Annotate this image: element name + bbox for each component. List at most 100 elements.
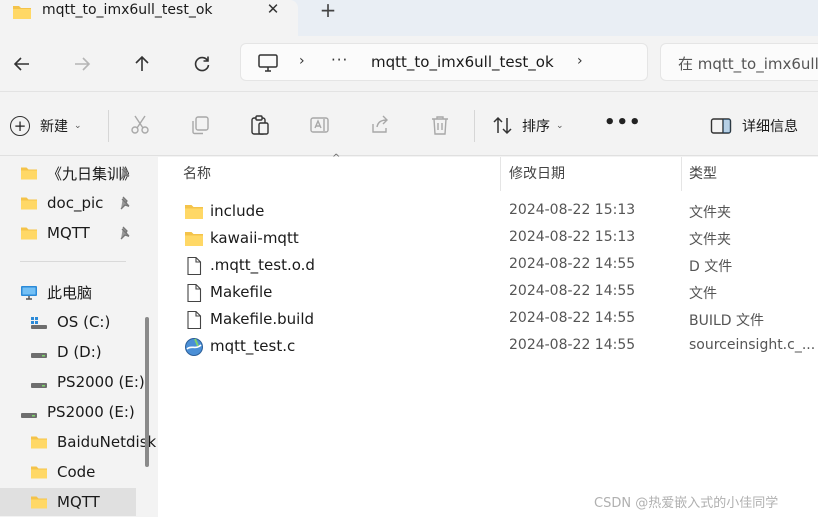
tab-title: mqtt_to_imx6ull_test_ok — [42, 2, 213, 18]
sidebar-item-label: MQTT — [47, 224, 90, 242]
file-name: Makefile.build — [210, 310, 315, 328]
sidebar-item-label: PS2000 (E:) — [57, 373, 145, 391]
drive-icon — [31, 352, 47, 358]
address-bar[interactable]: › ··· mqtt_to_imx6ull_test_ok › — [240, 43, 648, 81]
arrow-left-icon — [13, 57, 29, 71]
column-header-type[interactable]: 类型 — [689, 163, 717, 183]
up-button[interactable] — [128, 50, 156, 78]
search-placeholder: 在 mqtt_to_imx6ull_test_ok 中搜索 — [678, 55, 818, 73]
sidebar-item-code[interactable]: Code — [30, 458, 170, 486]
pin-icon[interactable] — [118, 166, 132, 180]
table-row[interactable]: include 2024-08-22 15:13 文件夹 — [158, 198, 818, 225]
sidebar-item-pinned-1[interactable]: doc_pic — [20, 189, 160, 217]
plus-icon: + — [10, 116, 30, 136]
pin-icon[interactable] — [118, 226, 132, 240]
table-row[interactable]: Makefile.build 2024-08-22 14:55 BUILD 文件 — [158, 306, 818, 333]
more-options-button[interactable]: ••• — [604, 112, 642, 133]
sort-indicator-icon: ^ — [332, 153, 341, 164]
file-date: 2024-08-22 14:55 — [509, 310, 636, 326]
computer-icon — [21, 285, 37, 300]
file-name: kawaii-mqtt — [210, 229, 299, 247]
new-tab-button[interactable]: + — [318, 0, 338, 22]
drive-icon — [21, 412, 37, 418]
delete-button[interactable] — [429, 114, 451, 136]
file-icon — [187, 256, 202, 276]
tab-close-icon[interactable]: ✕ — [264, 0, 282, 18]
os-drive-icon — [31, 316, 47, 329]
watermark: CSDN @热爱嵌入式的小佳同学 — [594, 496, 779, 511]
cut-icon — [131, 115, 149, 134]
sidebar-item-label: MQTT — [57, 493, 100, 511]
sidebar-item-mqtt[interactable]: MQTT — [0, 488, 136, 516]
breadcrumb-overflow[interactable]: ··· — [331, 51, 348, 69]
command-bar: + 新建 ⌄ 排序 ⌄ ••• 详细信息 — [0, 96, 818, 156]
table-row[interactable]: .mqtt_test.o.d 2024-08-22 14:55 D 文件 — [158, 252, 818, 279]
folder-icon — [21, 167, 37, 179]
details-pane-button[interactable]: 详细信息 — [710, 114, 798, 138]
breadcrumb-current[interactable]: mqtt_to_imx6ull_test_ok — [371, 53, 554, 71]
column-separator[interactable] — [681, 157, 682, 191]
folder-icon — [31, 466, 47, 478]
monitor-icon — [258, 54, 278, 72]
table-row[interactable]: mqtt_test.c 2024-08-22 14:55 sourceinsig… — [158, 333, 818, 360]
paste-button[interactable] — [249, 114, 271, 136]
pin-icon[interactable] — [118, 196, 132, 210]
sidebar-scrollbar[interactable] — [145, 317, 149, 467]
folder-icon — [185, 232, 203, 246]
sidebar-item-pinned-0[interactable]: 《九日集训》 — [20, 159, 160, 187]
new-button[interactable]: + 新建 ⌄ — [10, 114, 82, 138]
sidebar-item-drive-c[interactable]: OS (C:) — [30, 308, 170, 336]
share-button[interactable] — [369, 114, 391, 136]
sort-label: 排序 — [522, 119, 550, 135]
folder-icon — [31, 496, 47, 508]
tab-strip: mqtt_to_imx6ull_test_ok ✕ + — [0, 0, 818, 36]
chevron-down-icon: ⌄ — [556, 121, 564, 131]
file-name: include — [210, 202, 265, 220]
file-icon — [187, 310, 202, 330]
file-date: 2024-08-22 15:13 — [509, 229, 636, 245]
table-row[interactable]: Makefile 2024-08-22 14:55 文件 — [158, 279, 818, 306]
breadcrumb-chevron-end[interactable]: › — [577, 53, 583, 69]
file-date: 2024-08-22 14:55 — [509, 337, 636, 353]
file-date: 2024-08-22 14:55 — [509, 256, 636, 272]
tab-current[interactable]: mqtt_to_imx6ull_test_ok ✕ — [0, 0, 298, 36]
folder-icon — [31, 436, 47, 448]
rename-icon — [310, 117, 329, 133]
delete-icon — [432, 116, 448, 135]
sidebar-item-drive-e[interactable]: PS2000 (E:) — [30, 368, 170, 396]
copy-icon — [192, 116, 209, 135]
refresh-button[interactable] — [188, 50, 216, 78]
sidebar-item-baidunetdisk[interactable]: BaiduNetdisk — [30, 428, 170, 456]
file-name: .mqtt_test.o.d — [210, 256, 315, 274]
sidebar-item-label: PS2000 (E:) — [47, 403, 135, 421]
paste-icon — [251, 115, 269, 135]
sidebar-item-pinned-2[interactable]: MQTT — [20, 219, 160, 247]
rename-button[interactable] — [309, 114, 331, 136]
column-separator[interactable] — [500, 157, 501, 191]
search-input[interactable]: 在 mqtt_to_imx6ull_test_ok 中搜索 — [660, 43, 818, 81]
breadcrumb-chevron[interactable]: › — [299, 53, 305, 69]
table-row[interactable]: kawaii-mqtt 2024-08-22 15:13 文件夹 — [158, 225, 818, 252]
sidebar-item-drive-d[interactable]: D (D:) — [30, 338, 170, 366]
cut-button[interactable] — [129, 114, 151, 136]
file-type: 文件 — [689, 286, 717, 302]
sort-button[interactable]: 排序 ⌄ — [492, 114, 564, 138]
divider — [108, 110, 109, 142]
copy-button[interactable] — [189, 114, 211, 136]
sourceinsight-icon — [185, 338, 203, 356]
sidebar-item-this-pc[interactable]: 此电脑 — [20, 278, 160, 306]
share-icon — [372, 115, 388, 133]
divider — [474, 110, 475, 142]
column-header-date[interactable]: 修改日期 — [509, 163, 565, 183]
arrow-right-icon — [75, 57, 91, 71]
new-label: 新建 — [40, 119, 68, 135]
navigation-bar: › ··· mqtt_to_imx6ull_test_ok › 在 mqtt_t… — [0, 36, 818, 92]
file-name: mqtt_test.c — [210, 337, 296, 355]
sidebar-item-ps2000[interactable]: PS2000 (E:) — [20, 398, 160, 426]
file-type: BUILD 文件 — [689, 313, 765, 329]
back-button[interactable] — [8, 50, 36, 78]
file-icon — [187, 283, 202, 303]
details-label: 详细信息 — [742, 119, 798, 135]
column-header-name[interactable]: 名称 — [183, 163, 211, 183]
forward-button[interactable] — [68, 50, 96, 78]
